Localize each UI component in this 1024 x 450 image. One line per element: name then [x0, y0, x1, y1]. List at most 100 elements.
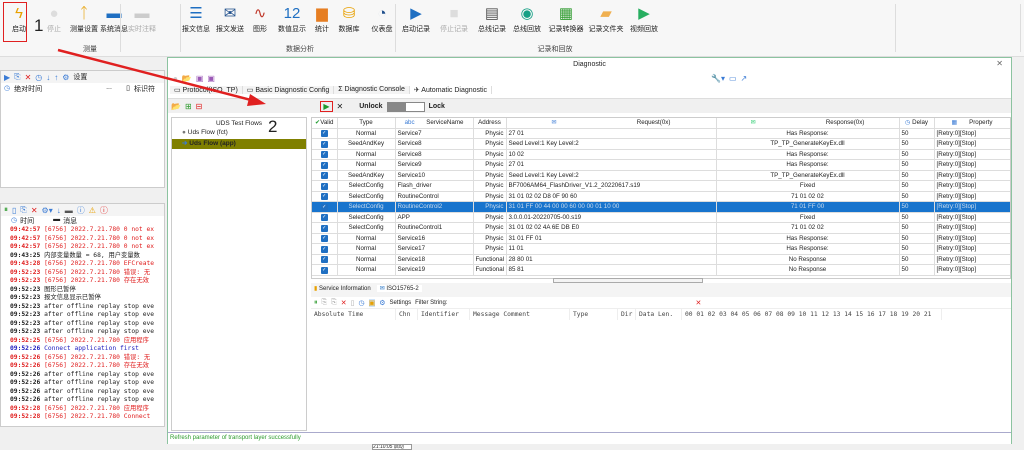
gear-icon[interactable]: ⚙ — [379, 299, 385, 307]
table-row[interactable]: ✓ Normal Service18 Functional 28 80 01 No Res… — [312, 254, 1010, 265]
settings-button[interactable]: 设置 — [73, 72, 87, 82]
delete-flow-icon[interactable]: ⊟ — [196, 102, 203, 111]
clear-icon[interactable]: ✕ — [25, 73, 32, 82]
up-arrow-icon[interactable]: ↑ — [54, 73, 58, 82]
popout-icon[interactable]: ↗ — [741, 74, 748, 83]
tree-item[interactable]: ● Uds Flow (fct) — [172, 129, 306, 139]
table-row[interactable]: ✓ SelectConfig APP Physic 3.0.0.01-20220705-… — [312, 212, 1010, 223]
trace-column-header[interactable]: Type — [570, 309, 618, 320]
paste-icon[interactable]: ⎘ — [331, 299, 337, 307]
panel-icon[interactable]: ▯ — [351, 299, 355, 307]
table-row[interactable]: ✓ Normal Service16 Physic 31 01 FF 01 Has Res… — [312, 233, 1010, 244]
copy-icon[interactable]: ⎘ — [322, 299, 328, 307]
table-row[interactable]: ✓ SelectConfig Flash_driver Physic BF7006AM6… — [312, 180, 1010, 192]
clear-icon[interactable]: ✕ — [31, 206, 38, 215]
table-row[interactable]: ✓ SeedAndKey Service8 Physic Seed Level:1 Ke… — [312, 138, 1010, 150]
table-row[interactable]: ✓ SelectConfig RoutineControl Physic 31 01 0… — [312, 191, 1010, 202]
message-icon[interactable]: ▬ — [65, 206, 73, 215]
table-row[interactable]: ✓ Normal Service19 Functional 85 81 No Respon… — [312, 264, 1010, 276]
column-header-valid[interactable]: ✔Valid — [312, 118, 338, 129]
column-header-type[interactable]: Type — [337, 118, 396, 129]
valid-checkbox[interactable]: ✓ — [320, 256, 328, 264]
play-icon[interactable]: ▶ — [4, 73, 10, 82]
error-icon[interactable]: ⓘ — [100, 205, 108, 216]
window-icon[interactable]: ▭ — [729, 74, 737, 83]
warning-icon[interactable]: ⚠ — [89, 206, 96, 215]
copy-icon[interactable]: ⎘ — [20, 205, 26, 215]
valid-checkbox[interactable]: ✓ — [320, 172, 328, 180]
clear-icon[interactable]: ✕ — [341, 299, 347, 307]
tab-protocol-iso-tp-[interactable]: ▭ Protocol(ISO_TP) — [170, 86, 243, 94]
tree-item-selected[interactable]: ➔ Uds Flow (app) — [172, 139, 306, 149]
ribbon-button-18[interactable]: ▶ 视频回放 — [624, 4, 664, 34]
tab-diagnostic-console[interactable]: Σ Diagnostic Console — [334, 86, 410, 94]
gear-icon[interactable]: ⚙ — [62, 73, 69, 82]
column-header-delay[interactable]: ◷ Delay — [899, 118, 935, 129]
valid-checkbox[interactable]: ✓ — [320, 245, 328, 253]
column-header-more[interactable]: ... — [106, 84, 122, 94]
relative-icon[interactable]: ▣ — [368, 298, 376, 307]
tab-service-information[interactable]: ▮ Service Information — [314, 285, 371, 292]
clock-icon[interactable]: ◷ — [35, 73, 42, 82]
column-header-abs-time[interactable]: 绝对时间 — [14, 84, 102, 94]
table-row[interactable]: ✓ Normal Service9 Physic 27 01 Has Response: 5… — [312, 159, 1010, 171]
valid-checkbox[interactable]: ✓ — [320, 224, 328, 232]
tab-basic-diagnostic-config[interactable]: ▭ Basic Diagnostic Config — [242, 86, 335, 94]
info-icon[interactable]: ⓘ — [77, 205, 85, 216]
save-icon[interactable]: ▣ — [196, 74, 204, 83]
ribbon-button-13[interactable]: ■ 停止记录 — [434, 4, 474, 34]
new-icon[interactable]: ▯ — [12, 206, 16, 215]
valid-checkbox[interactable]: ✓ — [320, 151, 328, 159]
filter-input[interactable] — [452, 298, 692, 307]
ribbon-button-4[interactable]: ▬ 实时注释 — [122, 4, 162, 34]
lock-toggle[interactable] — [386, 101, 425, 112]
valid-checkbox[interactable]: ✓ — [320, 266, 328, 274]
settings-button[interactable]: Settings — [389, 300, 411, 306]
auto-scroll-icon[interactable]: ↓ — [57, 206, 61, 215]
back-icon[interactable]: ● — [173, 74, 178, 83]
tab-automatic-diagnostic[interactable]: ✈ Automatic Diagnostic — [409, 86, 493, 94]
close-icon[interactable]: ✕ — [996, 59, 1003, 68]
trace-column-header[interactable]: 00 01 02 03 04 05 06 07 08 09 10 11 12 1… — [682, 309, 942, 320]
gear-icon[interactable]: ⚙▾ — [42, 206, 53, 215]
table-row[interactable]: ✓ Normal Service7 Physic 27 01 Has Response: 5… — [312, 128, 1010, 139]
valid-checkbox[interactable]: ✓ — [320, 161, 328, 169]
wrench-icon[interactable]: 🔧▾ — [711, 74, 725, 83]
trace-column-header[interactable]: Absolute Time — [311, 309, 396, 320]
add-flow-icon[interactable]: ⊞ — [185, 102, 192, 111]
trace-column-header[interactable]: Dir — [618, 309, 636, 320]
column-header-address[interactable]: Address — [473, 118, 507, 129]
table-row[interactable]: ✓ Normal Service8 Physic 10 02 Has Response: 5… — [312, 149, 1010, 160]
valid-checkbox[interactable]: ✓ — [320, 182, 328, 190]
table-row[interactable]: ✓ SeedAndKey Service10 Physic Seed Level:1 K… — [312, 170, 1010, 181]
valid-checkbox[interactable]: ✓ — [320, 193, 328, 201]
ribbon-button-16[interactable]: ▦ 记录转换器 — [546, 4, 586, 34]
ribbon-button-14[interactable]: ▤ 总线记录 — [472, 4, 512, 34]
valid-checkbox[interactable]: ✓ — [320, 235, 328, 243]
column-header-request[interactable]: ✉ Request(0x) — [506, 118, 717, 129]
trace-column-header[interactable]: Chn — [396, 309, 418, 320]
trace-column-header[interactable]: Data Len. — [636, 309, 682, 320]
column-header-message[interactable]: 消息 — [63, 216, 77, 226]
open-icon[interactable]: 📂 — [182, 74, 192, 83]
pause-icon[interactable]: ⏸ — [4, 205, 8, 215]
stop-icon[interactable]: ✕ — [337, 102, 344, 111]
valid-checkbox[interactable]: ✓ — [320, 203, 328, 211]
down-arrow-icon[interactable]: ↓ — [46, 73, 50, 82]
run-button[interactable]: ▶ — [320, 101, 333, 112]
ribbon-button-17[interactable]: ▰ 记录文件夹 — [586, 4, 626, 34]
table-row[interactable]: ✓ Normal Service17 Physic 11 01 Has Response:… — [312, 243, 1010, 255]
save-as-icon[interactable]: ▣ — [207, 74, 215, 83]
ribbon-button-12[interactable]: ▶ 启动记录 — [396, 4, 436, 34]
column-header-property[interactable]: ▦ Property — [934, 118, 1010, 129]
open-folder-icon[interactable]: 📂 — [171, 102, 181, 111]
ribbon-button-15[interactable]: ◉ 总线回放 — [507, 4, 547, 34]
pause-icon[interactable]: ⏸ — [314, 299, 318, 307]
column-header-time[interactable]: 时间 — [20, 216, 50, 226]
table-row[interactable]: ✓ SelectConfig RoutineControl1 Physic 31 01 … — [312, 222, 1010, 234]
table-row[interactable]: ✓ SelectConfig RoutineControl2 Physic 31 01 … — [312, 201, 1010, 213]
column-header-response[interactable]: ✉ Response(0x) — [716, 118, 900, 129]
tab-iso15765-2[interactable]: ✉ ISO15765-2 — [376, 285, 422, 292]
column-header-identifier[interactable]: 标识符 — [134, 84, 155, 94]
clear-filter-icon[interactable]: ✕ — [696, 299, 702, 307]
